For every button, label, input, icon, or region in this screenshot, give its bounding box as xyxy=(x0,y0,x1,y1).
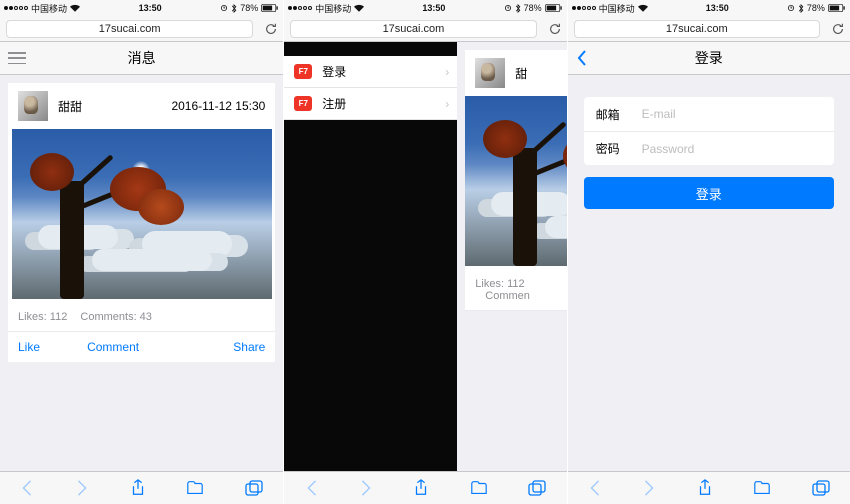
forward-icon[interactable] xyxy=(642,480,656,496)
comments-count: Commen xyxy=(485,290,530,302)
status-bar: 中国移动 13:50 78% xyxy=(568,0,850,16)
post-meta: Likes: 112 Comments: 43 xyxy=(8,305,275,332)
battery-icon xyxy=(545,4,563,12)
wifi-icon xyxy=(70,4,80,12)
page-title: 登录 xyxy=(695,48,723,68)
url-field[interactable]: 17sucai.com xyxy=(574,20,820,38)
comment-button[interactable]: Comment xyxy=(87,340,139,354)
avatar xyxy=(475,58,505,88)
alarm-icon xyxy=(787,4,795,12)
password-row[interactable]: 密码 xyxy=(584,131,834,165)
post-date: 2016-11-12 15:30 xyxy=(171,99,265,113)
tabs-icon[interactable] xyxy=(812,480,830,496)
likes-count: Likes: 112 xyxy=(475,278,524,290)
navbar: 登录 xyxy=(568,42,850,75)
share-button[interactable]: Share xyxy=(233,340,265,354)
password-label: 密码 xyxy=(596,140,642,157)
signal-icon xyxy=(4,6,28,10)
back-icon[interactable] xyxy=(588,480,602,496)
alarm-icon xyxy=(504,4,512,12)
avatar[interactable] xyxy=(18,91,48,121)
navbar: 消息 xyxy=(0,42,283,75)
status-time: 13:50 xyxy=(139,3,162,13)
panel-item-register[interactable]: F7 注册 › xyxy=(284,88,457,120)
post-image xyxy=(465,96,566,266)
side-panel: F7 登录 › F7 注册 › xyxy=(284,42,457,471)
chevron-right-icon: › xyxy=(445,97,449,111)
panel-item-label: 注册 xyxy=(322,95,346,112)
email-field[interactable] xyxy=(642,107,822,121)
reload-icon[interactable] xyxy=(543,22,567,36)
post-image[interactable] xyxy=(12,129,272,299)
f7-badge: F7 xyxy=(294,96,312,111)
author-name: 甜甜 xyxy=(58,98,82,115)
battery-icon xyxy=(261,4,279,12)
back-button[interactable] xyxy=(576,42,588,74)
share-icon[interactable] xyxy=(697,479,713,497)
safari-toolbar xyxy=(568,471,850,504)
address-bar[interactable]: 17sucai.com xyxy=(568,16,850,42)
battery-pct: 78% xyxy=(240,3,258,13)
reload-icon[interactable] xyxy=(259,22,283,36)
password-field[interactable] xyxy=(642,142,822,156)
menu-button[interactable] xyxy=(8,42,26,74)
email-row[interactable]: 邮箱 xyxy=(584,97,834,131)
post-card: 甜甜 2016-11-12 15:30 Likes: 112 Comments:… xyxy=(8,83,275,362)
status-time: 13:50 xyxy=(422,3,445,13)
bluetooth-icon xyxy=(515,4,521,13)
likes-count: Likes: 112 xyxy=(18,311,67,323)
login-form: 邮箱 密码 xyxy=(584,97,834,165)
chevron-left-icon xyxy=(576,50,588,66)
panel-item-label: 登录 xyxy=(322,63,346,80)
carrier-label: 中国移动 xyxy=(315,2,351,15)
chevron-right-icon: › xyxy=(445,65,449,79)
wifi-icon xyxy=(638,4,648,12)
author-name: 甜 xyxy=(515,65,527,82)
back-icon[interactable] xyxy=(20,480,34,496)
post-header: 甜甜 2016-11-12 15:30 xyxy=(8,83,275,129)
battery-pct: 78% xyxy=(524,3,542,13)
safari-toolbar xyxy=(284,471,566,504)
safari-toolbar xyxy=(0,471,283,504)
bookmarks-icon[interactable] xyxy=(470,480,488,496)
status-time: 13:50 xyxy=(706,3,729,13)
like-button[interactable]: Like xyxy=(18,340,40,354)
tabs-icon[interactable] xyxy=(245,480,263,496)
alarm-icon xyxy=(220,4,228,12)
bookmarks-icon[interactable] xyxy=(753,480,771,496)
battery-icon xyxy=(828,4,846,12)
hamburger-icon xyxy=(8,52,26,64)
carrier-label: 中国移动 xyxy=(31,2,67,15)
f7-badge: F7 xyxy=(294,64,312,79)
status-bar: 中国移动 13:50 78% xyxy=(284,0,566,16)
carrier-label: 中国移动 xyxy=(599,2,635,15)
status-bar: 中国移动 13:50 78% xyxy=(0,0,283,16)
tabs-icon[interactable] xyxy=(528,480,546,496)
login-button[interactable]: 登录 xyxy=(584,177,834,209)
page-title: 消息 xyxy=(128,48,156,68)
address-bar[interactable]: 17sucai.com xyxy=(284,16,566,42)
back-icon[interactable] xyxy=(305,480,319,496)
bluetooth-icon xyxy=(231,4,237,13)
wifi-icon xyxy=(354,4,364,12)
forward-icon[interactable] xyxy=(359,480,373,496)
signal-icon xyxy=(572,6,596,10)
bookmarks-icon[interactable] xyxy=(186,480,204,496)
reload-icon[interactable] xyxy=(826,22,850,36)
battery-pct: 78% xyxy=(807,3,825,13)
panel-item-login[interactable]: F7 登录 › xyxy=(284,56,457,88)
url-field[interactable]: 17sucai.com xyxy=(6,20,253,38)
comments-count: Comments: 43 xyxy=(80,311,152,323)
share-icon[interactable] xyxy=(413,479,429,497)
post-actions: Like Comment Share xyxy=(8,332,275,362)
bluetooth-icon xyxy=(798,4,804,13)
forward-icon[interactable] xyxy=(75,480,89,496)
signal-icon xyxy=(288,6,312,10)
url-field[interactable]: 17sucai.com xyxy=(290,20,536,38)
address-bar[interactable]: 17sucai.com xyxy=(0,16,283,42)
background-content[interactable]: 甜 Likes: 112 Commen xyxy=(457,42,566,471)
email-label: 邮箱 xyxy=(596,106,642,123)
share-icon[interactable] xyxy=(130,479,146,497)
